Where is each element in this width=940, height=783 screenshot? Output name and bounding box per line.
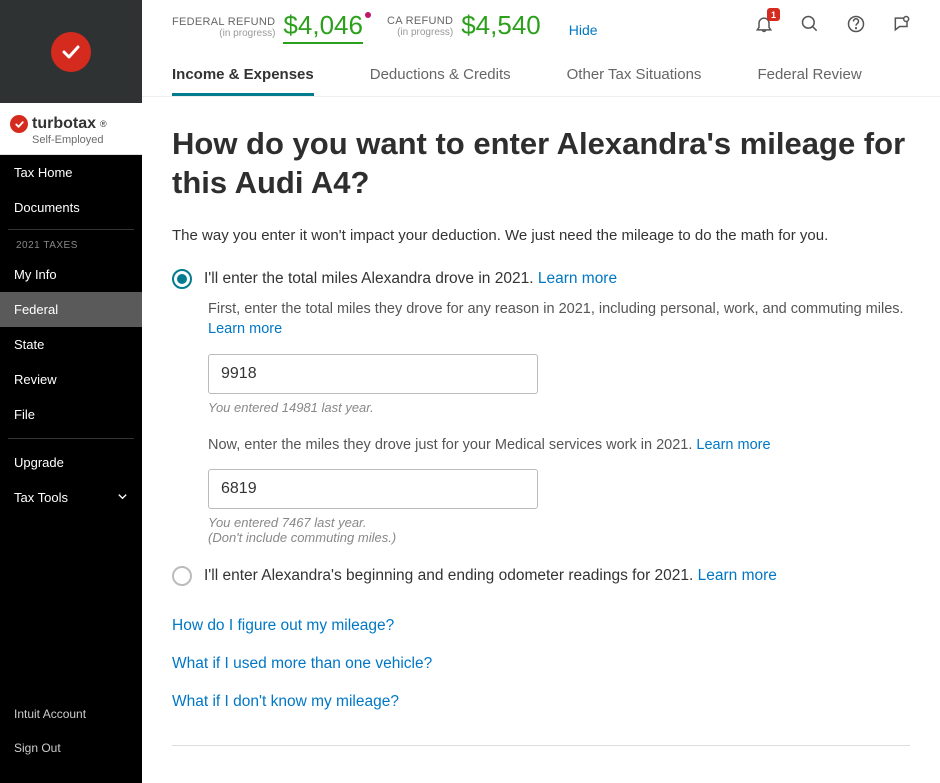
notifications-icon[interactable]: 1 xyxy=(754,14,774,39)
nav-file[interactable]: File xyxy=(0,397,142,432)
option-total-miles-label: I'll enter the total miles Alexandra dro… xyxy=(204,268,617,290)
tab-other-tax-situations[interactable]: Other Tax Situations xyxy=(567,66,702,96)
chat-icon[interactable] xyxy=(892,14,912,39)
nav-section-2021: 2021 TAXES xyxy=(8,229,134,257)
faq-unknown-mileage[interactable]: What if I don't know my mileage? xyxy=(172,693,910,711)
nav-federal[interactable]: Federal xyxy=(0,292,142,327)
learn-more-link-2[interactable]: Learn more xyxy=(208,321,282,337)
learn-more-link[interactable]: Learn more xyxy=(538,270,617,287)
logo-block xyxy=(0,0,142,103)
top-icons: 1 xyxy=(754,10,912,39)
federal-refund: FEDERAL REFUND (in progress) $4,046 xyxy=(172,10,363,44)
learn-more-link-4[interactable]: Learn more xyxy=(698,567,777,584)
helper-work-miles: Now, enter the miles they drove just for… xyxy=(208,435,910,455)
total-miles-sub: First, enter the total miles they drove … xyxy=(208,299,910,545)
federal-refund-amount: $4,046 xyxy=(283,10,363,44)
nav-tax-tools[interactable]: Tax Tools xyxy=(0,480,142,515)
brand-block: turbotax® Self-Employed xyxy=(0,103,142,155)
hint-work-miles-b: (Don't include commuting miles.) xyxy=(208,530,910,545)
brand-sub: Self-Employed xyxy=(32,134,132,146)
search-icon[interactable] xyxy=(800,14,820,39)
help-icon[interactable] xyxy=(846,14,866,39)
option-odometer[interactable]: I'll enter Alexandra's beginning and end… xyxy=(172,565,910,587)
state-refund-label: CA REFUND xyxy=(387,15,453,27)
tab-income-expenses[interactable]: Income & Expenses xyxy=(172,66,314,96)
tab-deductions-credits[interactable]: Deductions & Credits xyxy=(370,66,511,96)
radio-selected-icon[interactable] xyxy=(172,269,192,289)
state-refund-progress: (in progress) xyxy=(397,27,453,38)
option-odometer-label: I'll enter Alexandra's beginning and end… xyxy=(204,565,777,587)
notification-badge: 1 xyxy=(767,8,780,21)
federal-refund-label: FEDERAL REFUND xyxy=(172,16,275,28)
state-refund-amount: $4,540 xyxy=(461,10,541,42)
option-total-miles[interactable]: I'll enter the total miles Alexandra dro… xyxy=(172,268,910,290)
nav-tax-home[interactable]: Tax Home xyxy=(0,155,142,190)
brand-name: turbotax xyxy=(32,115,96,133)
nav-upgrade[interactable]: Upgrade xyxy=(0,445,142,480)
brand-mini-icon xyxy=(10,115,28,133)
main: FEDERAL REFUND (in progress) $4,046 CA R… xyxy=(142,0,940,783)
faq-multiple-vehicles[interactable]: What if I used more than one vehicle? xyxy=(172,655,910,673)
radio-unselected-icon[interactable] xyxy=(172,566,192,586)
topbar: FEDERAL REFUND (in progress) $4,046 CA R… xyxy=(142,0,940,44)
hint-total-miles: You entered 14981 last year. xyxy=(208,400,910,415)
federal-refund-progress: (in progress) xyxy=(219,28,275,39)
page-title: How do you want to enter Alexandra's mil… xyxy=(172,125,910,203)
learn-more-link-3[interactable]: Learn more xyxy=(696,437,770,453)
nav-intuit-account[interactable]: Intuit Account xyxy=(0,697,142,731)
state-refund: CA REFUND (in progress) $4,540 xyxy=(387,10,541,42)
total-miles-input[interactable] xyxy=(208,354,538,394)
nav: Tax Home Documents 2021 TAXES My Info Fe… xyxy=(0,155,142,783)
tab-federal-review[interactable]: Federal Review xyxy=(757,66,861,96)
nav-review[interactable]: Review xyxy=(0,362,142,397)
faq-figure-mileage[interactable]: How do I figure out my mileage? xyxy=(172,617,910,635)
nav-my-info[interactable]: My Info xyxy=(0,257,142,292)
chevron-down-icon xyxy=(117,490,128,505)
helper-total-miles: First, enter the total miles they drove … xyxy=(208,299,910,340)
nav-tax-tools-label: Tax Tools xyxy=(14,490,68,505)
nav-sign-out[interactable]: Sign Out xyxy=(0,731,142,765)
sidebar: turbotax® Self-Employed Tax Home Documen… xyxy=(0,0,142,783)
tabs: Income & Expenses Deductions & Credits O… xyxy=(142,44,940,97)
nav-documents[interactable]: Documents xyxy=(0,190,142,225)
status-dot-icon xyxy=(365,12,371,18)
nav-state[interactable]: State xyxy=(0,327,142,362)
hide-link[interactable]: Hide xyxy=(569,22,598,38)
content: How do you want to enter Alexandra's mil… xyxy=(142,97,940,783)
page-intro: The way you enter it won't impact your d… xyxy=(172,225,910,246)
hint-work-miles-a: You entered 7467 last year. xyxy=(208,515,910,530)
work-miles-input[interactable] xyxy=(208,469,538,509)
logo-icon xyxy=(51,32,91,72)
